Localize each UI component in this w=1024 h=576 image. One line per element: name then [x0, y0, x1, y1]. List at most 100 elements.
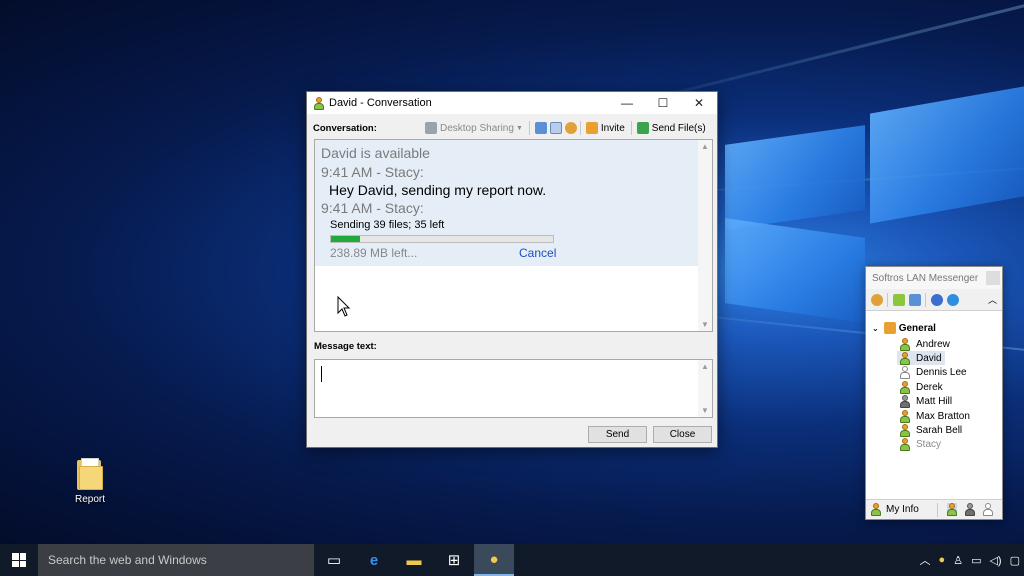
desktop-icon-report[interactable]: Report	[62, 458, 118, 505]
send-button[interactable]: Send	[588, 426, 647, 443]
search-box[interactable]: Search the web and Windows	[38, 544, 314, 576]
message-header: 9:41 AM - Stacy:	[321, 164, 424, 180]
user-icon	[900, 337, 910, 351]
invite-button[interactable]: Invite	[585, 122, 625, 134]
desktop-sharing-label: Desktop Sharing	[440, 122, 514, 134]
contact-item[interactable]: Matt Hill	[900, 394, 955, 408]
user-icon	[900, 409, 910, 423]
my-info-label[interactable]: My Info	[886, 504, 919, 515]
cancel-transfer-link[interactable]: Cancel	[519, 246, 556, 260]
mouse-cursor-icon	[337, 296, 351, 317]
scroll-down-icon[interactable]: ▼	[698, 320, 712, 329]
desktop-icon-label: Report	[74, 494, 105, 505]
conversation-toolbar: Conversation: Desktop Sharing ▼ Invite S…	[313, 120, 715, 136]
volume-icon[interactable]: ◁)	[989, 554, 1001, 567]
windows-logo-pane	[725, 125, 865, 230]
status-offline-icon[interactable]	[982, 503, 993, 516]
user-offline-icon	[900, 365, 910, 379]
contact-item[interactable]: Dennis Lee	[900, 365, 970, 379]
lan-title-bar[interactable]: Softros LAN Messenger	[866, 267, 1002, 289]
minimize-button[interactable]: —	[609, 92, 645, 114]
file-explorer-icon[interactable]: ▬	[394, 544, 434, 576]
toolbar-separator	[887, 292, 888, 307]
contact-name: Stacy	[916, 438, 942, 450]
start-button[interactable]	[0, 544, 38, 576]
settings-icon[interactable]	[564, 122, 577, 134]
send-file-icon	[636, 122, 649, 134]
toolbar-separator	[630, 121, 632, 135]
message-input[interactable]: ▲ ▼	[314, 359, 713, 418]
taskbar: Search the web and Windows ▭ e ▬ ⊞ ● ︿ ●…	[0, 544, 1024, 576]
edge-icon[interactable]: e	[354, 544, 394, 576]
windows-icon	[12, 553, 26, 567]
contact-item[interactable]: Max Bratton	[900, 409, 973, 423]
system-tray: ︿ ● ♙ ▭ ◁) ▢	[916, 544, 1024, 576]
contact-name: Sarah Bell	[916, 424, 963, 436]
settings-icon[interactable]	[871, 293, 883, 306]
store-icon[interactable]: ⊞	[434, 544, 474, 576]
scroll-up-icon[interactable]: ▲	[698, 362, 712, 371]
user-icon	[314, 96, 324, 110]
title-bar[interactable]: David - Conversation — ☐ ✕	[307, 92, 717, 114]
contact-name: Derek	[916, 381, 943, 393]
conversation-history[interactable]: David is available 9:41 AM - Stacy: Hey …	[314, 139, 713, 332]
contact-name: Matt Hill	[916, 395, 953, 407]
notifications-icon[interactable]: ▢	[1010, 554, 1020, 567]
toolbar-separator	[936, 502, 938, 517]
contact-item[interactable]: Derek	[900, 380, 946, 394]
search-placeholder: Search the web and Windows	[48, 553, 207, 567]
status-available-icon[interactable]	[946, 503, 957, 516]
contact-item[interactable]: Sarah Bell	[900, 423, 965, 437]
broadcast-icon[interactable]	[893, 293, 905, 306]
collapse-icon[interactable]: ︿	[988, 293, 997, 306]
network-icon[interactable]: ▭	[971, 554, 981, 567]
user-tray-icon[interactable]: ♙	[953, 554, 963, 567]
contact-item[interactable]: Stacy	[900, 437, 944, 451]
group-general[interactable]: ⌄ General	[872, 322, 936, 334]
chevron-up-icon[interactable]: ︿	[920, 552, 931, 568]
save-log-icon[interactable]	[549, 122, 562, 134]
status-away-icon[interactable]	[964, 503, 975, 516]
history-icon[interactable]	[909, 293, 921, 306]
task-view-icon[interactable]: ▭	[314, 544, 354, 576]
toolbar-separator	[925, 292, 926, 307]
maximize-button[interactable]: ☐	[645, 92, 681, 114]
windows-logo-pane	[725, 218, 865, 323]
contact-list: ⌄ General Andrew David Dennis Lee Derek …	[866, 319, 1002, 499]
send-files-label: Send File(s)	[651, 122, 706, 134]
lan-toolbar: ︿	[866, 289, 1002, 311]
history-block: David is available 9:41 AM - Stacy: Hey …	[315, 140, 698, 266]
user-icon	[900, 423, 910, 437]
messenger-tray-icon[interactable]: ●	[939, 554, 946, 566]
close-window-button[interactable]: ✕	[681, 92, 717, 114]
close-button[interactable]: Close	[653, 426, 712, 443]
contact-name: David	[916, 352, 942, 364]
group-icon	[883, 322, 896, 334]
user-icon	[900, 380, 910, 394]
folder-icon	[77, 458, 103, 490]
lan-title: Softros LAN Messenger	[872, 272, 979, 284]
chevron-down-icon[interactable]: ⌄	[872, 324, 879, 333]
contact-name: Andrew	[916, 338, 950, 350]
send-files-button[interactable]: Send File(s)	[636, 122, 706, 134]
window-title: David - Conversation	[329, 97, 432, 109]
status-line: David is available	[321, 145, 430, 161]
scroll-up-icon[interactable]: ▲	[698, 142, 712, 151]
lan-close-button[interactable]	[986, 271, 1000, 285]
desktop-sharing-button[interactable]: Desktop Sharing ▼	[425, 122, 523, 134]
history-icon[interactable]	[534, 122, 547, 134]
history-scrollbar[interactable]: ▲ ▼	[698, 140, 712, 331]
contact-item[interactable]: Andrew	[900, 337, 953, 351]
message-header: 9:41 AM - Stacy:	[321, 200, 424, 216]
contact-name: Max Bratton	[916, 410, 970, 422]
contact-name: Dennis Lee	[916, 366, 967, 378]
scroll-down-icon[interactable]: ▼	[698, 406, 712, 415]
help-icon[interactable]	[931, 293, 943, 306]
info-icon[interactable]	[947, 293, 959, 306]
message-scrollbar[interactable]: ▲ ▼	[698, 360, 712, 417]
my-info-icon[interactable]	[871, 503, 881, 516]
dropdown-arrow-icon: ▼	[515, 124, 523, 132]
lan-status-bar: My Info	[866, 499, 1002, 519]
contact-item-selected[interactable]: David	[897, 351, 945, 365]
lan-messenger-taskbar-icon[interactable]: ●	[474, 544, 514, 576]
